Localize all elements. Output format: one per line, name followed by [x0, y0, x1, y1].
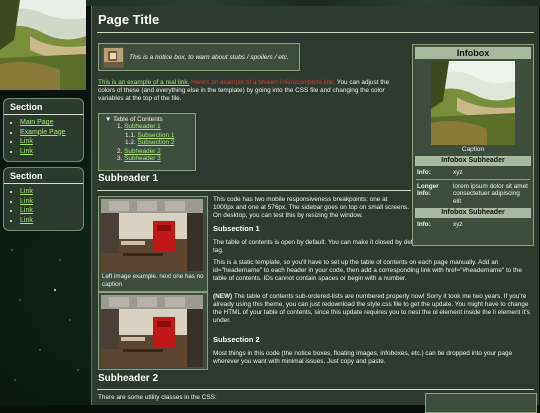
sidebar-landscape-image [0, 0, 86, 90]
infobox-subheader-1: Infobox Subheader [415, 156, 531, 166]
sidebar-section-1: Section Main Page Example Page Link Link [3, 98, 84, 162]
toc-toggle[interactable]: ▼ Table of Contents [105, 116, 191, 123]
infobox-row: Info: xyz [417, 169, 529, 177]
broken-link[interactable]: Here's an example of a broken link/incom… [191, 79, 335, 86]
new-tag: (NEW) [213, 293, 233, 300]
sidebar-link-example-page[interactable]: Example Page [20, 129, 66, 136]
sidebar: Section Main Page Example Page Link Link… [0, 0, 86, 405]
subheader-divider [97, 389, 534, 390]
toc-number: 1.2. [125, 139, 136, 146]
paragraph-new: (NEW) The table of contents sub-ordered-… [213, 293, 535, 325]
paragraph-utility: There are some utility classes in the CS… [98, 394, 217, 401]
infobox-row: Longer Info: lorem ipsum dolor sit amet … [417, 183, 529, 206]
subheader-1: Subheader 1 [98, 173, 159, 184]
infobox-value: xyz [453, 221, 463, 228]
infobox-key: Info: [417, 169, 431, 176]
paragraph-static-template-text: This is a static template, so you'll hav… [213, 259, 522, 282]
toc-number: 1. [117, 123, 123, 130]
subheader-2: Subheader 2 [98, 373, 159, 384]
sidebar-link-main-page[interactable]: Main Page [20, 119, 53, 126]
paragraph-static-template: This is a static template, so you'll hav… [213, 259, 535, 283]
figure-caption: Left image example. next one has no capt… [102, 273, 204, 288]
toc-number: 2. [117, 147, 123, 155]
figure-image [101, 199, 203, 271]
main-content: Page Title This is a notice box, to warn… [91, 6, 539, 413]
infobox-key: Info: [417, 221, 431, 228]
subheader-divider [97, 190, 411, 191]
notice-text: This is a notice box, to warn about stub… [129, 53, 289, 61]
paragraph-new-text: The table of contents sub-ordered-lists … [213, 293, 530, 324]
sidebar-link[interactable]: Link [20, 198, 33, 205]
infobox-title: Infobox [415, 47, 531, 59]
infobox-value: lorem ipsum dolor sit amet consectetuer … [453, 182, 528, 205]
toc-link-subheader-3[interactable]: Subheader 3 [124, 155, 161, 162]
subsection-1-heading: Subsection 1 [213, 224, 260, 233]
sidebar-link[interactable]: Link [20, 207, 33, 214]
figure-image [101, 295, 203, 367]
sidebar-link[interactable]: Link [20, 148, 33, 155]
title-divider [97, 32, 534, 33]
infobox-key: Longer Info: [417, 182, 439, 198]
real-link[interactable]: This is an example of a real link. [98, 79, 189, 86]
toc-link-subsection-1[interactable]: Subsection 1 [137, 132, 174, 139]
sidebar-link[interactable]: Link [20, 188, 33, 195]
infobox: Infobox Caption Infobox Subheader Info: … [412, 44, 534, 246]
infobox-subheader-2: Infobox Subheader [415, 208, 531, 218]
sidebar-link[interactable]: Link [20, 138, 33, 145]
paragraph-breakpoints: This code has two mobile responsiveness … [213, 196, 409, 219]
paragraph-drop-in: Most things in this code (the notice box… [213, 350, 513, 365]
notice-box: This is a notice box, to warn about stub… [98, 43, 300, 71]
toc-link-subheader-1[interactable]: Subheader 1 [124, 123, 161, 130]
sidebar-section-title: Section [4, 168, 83, 184]
infobox-image [431, 61, 515, 145]
toc-number: 3. [117, 155, 123, 162]
intro-paragraph: This is an example of a real link. Here'… [98, 79, 406, 103]
sidebar-section-2: Section Link Link Link Link [3, 167, 84, 231]
table-of-contents: ▼ Table of Contents 1. Subheader 1 1.1. … [98, 113, 196, 171]
toc-link-subheader-2[interactable]: Subheader 2 [124, 148, 161, 155]
infobox-value: xyz [453, 169, 463, 176]
subsection-2-heading: Subsection 2 [213, 335, 260, 344]
page-title: Page Title [98, 12, 160, 27]
sidebar-section-title: Section [4, 99, 83, 115]
notice-thumbnail [103, 46, 124, 68]
figure-left-2 [98, 292, 208, 370]
infobox-divider [416, 178, 530, 180]
toc-number: 1.1. [125, 131, 136, 139]
toc-link-subsection-2[interactable]: Subsection 2 [137, 139, 174, 146]
infobox-row: Info: xyz [417, 221, 529, 229]
floating-box-partial [425, 393, 537, 413]
figure-left-1: Left image example. next one has no capt… [98, 196, 208, 292]
infobox-caption: Caption [461, 146, 485, 153]
sidebar-link[interactable]: Link [20, 217, 33, 224]
